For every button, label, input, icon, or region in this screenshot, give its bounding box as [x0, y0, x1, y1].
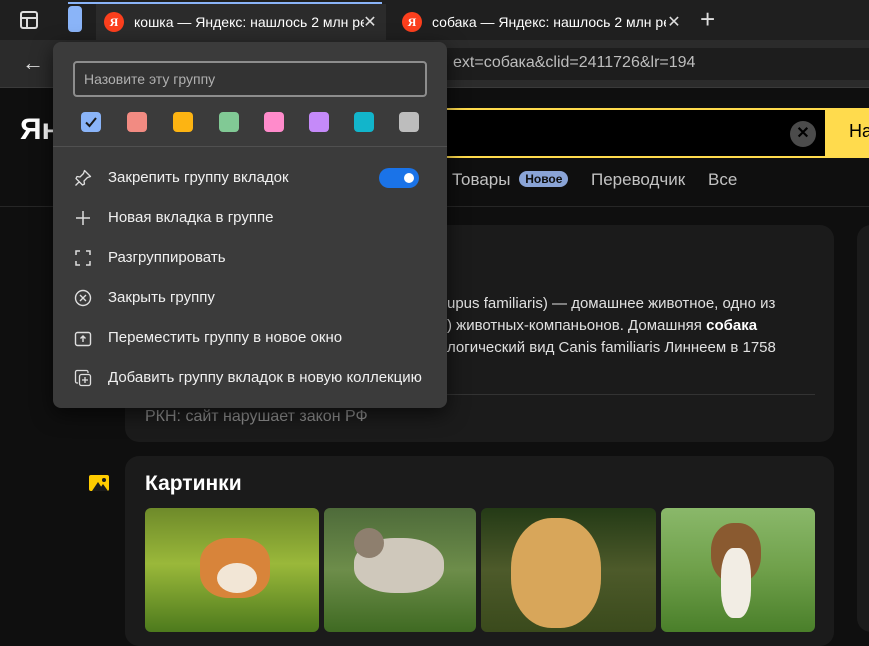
plus-icon — [73, 208, 93, 228]
new-tab-button[interactable]: + — [700, 4, 715, 35]
add-collection-icon — [73, 368, 93, 388]
menu-item-add-to-collection[interactable]: Добавить группу вкладок в новую коллекци… — [53, 358, 447, 398]
toggle-knob — [404, 173, 414, 183]
image-husky[interactable] — [324, 508, 476, 632]
back-button[interactable]: ← — [22, 50, 44, 76]
color-swatch-pink[interactable] — [264, 112, 284, 132]
address-bar[interactable]: ext=собака&clid=2411726&lr=194 — [395, 48, 869, 80]
close-tab-icon[interactable]: ✕ — [360, 12, 380, 32]
menu-item-label: Закрепить группу вкладок — [108, 169, 289, 186]
color-swatch-grey[interactable] — [399, 112, 419, 132]
rkn-notice: РКН: сайт нарушает закон РФ — [145, 408, 368, 425]
menu-item-new-tab-in-group[interactable]: Новая вкладка в группе — [53, 198, 447, 238]
clear-search-icon[interactable]: ✕ — [790, 121, 816, 147]
menu-item-label: Добавить группу вкладок в новую коллекци… — [108, 369, 422, 386]
move-window-icon — [73, 328, 93, 348]
group-name-input[interactable] — [73, 61, 427, 97]
image-yellow-dog[interactable] — [481, 508, 656, 632]
nav-goods[interactable]: Товары Новое — [452, 170, 569, 190]
close-circle-icon — [73, 288, 93, 308]
nav-translator[interactable]: Переводчик — [591, 170, 685, 190]
yandex-favicon-icon: Я — [402, 12, 422, 32]
color-swatch-yellow[interactable] — [173, 112, 193, 132]
wiki-line-2-text: ) животных-компаньонов. Домашняя — [447, 317, 707, 334]
pin-group-toggle[interactable] — [379, 168, 419, 188]
color-swatch-red[interactable] — [127, 112, 147, 132]
images-title[interactable]: Картинки — [145, 472, 242, 496]
search-button[interactable]: На — [825, 108, 869, 158]
tab-actions-icon[interactable] — [20, 11, 38, 29]
ungroup-icon — [73, 248, 93, 268]
new-badge: Новое — [519, 171, 569, 187]
close-tab-icon[interactable]: ✕ — [664, 12, 684, 32]
yandex-favicon-icon: Я — [104, 12, 124, 32]
tab-group-chip[interactable] — [68, 6, 82, 32]
nav-all[interactable]: Все — [708, 170, 737, 190]
menu-item-label: Закрыть группу — [108, 289, 215, 306]
image-beagle[interactable] — [661, 508, 815, 632]
color-swatch-green[interactable] — [219, 112, 239, 132]
color-swatch-cyan[interactable] — [354, 112, 374, 132]
tab-sobaka[interactable]: Я собака — Яндекс: нашлось 2 млн результ… — [392, 4, 690, 40]
menu-item-ungroup[interactable]: Разгруппировать — [53, 238, 447, 278]
menu-item-label: Разгруппировать — [108, 249, 226, 266]
menu-divider — [53, 146, 447, 147]
menu-item-label: Новая вкладка в группе — [108, 209, 274, 226]
tab-koshka[interactable]: Я кошка — Яндекс: нашлось 2 млн результа… — [96, 4, 386, 40]
side-card — [857, 225, 869, 632]
pin-icon — [73, 168, 93, 188]
menu-item-close-group[interactable]: Закрыть группу — [53, 278, 447, 318]
wiki-line-1: upus familiaris) — домашнее животное, од… — [447, 295, 776, 312]
menu-item-label: Переместить группу в новое окно — [108, 329, 343, 346]
images-icon — [89, 475, 109, 491]
nav-goods-label: Товары — [452, 170, 511, 189]
wiki-line-3: логический вид Canis familiaris Линнеем … — [447, 339, 776, 356]
wiki-line-2: ) животных-компаньонов. Домашняя собака — [447, 317, 757, 334]
tab-strip: Я кошка — Яндекс: нашлось 2 млн результа… — [0, 0, 869, 40]
tab-title: кошка — Яндекс: нашлось 2 млн результато… — [134, 14, 364, 30]
tab-title: собака — Яндекс: нашлось 2 млн результат… — [432, 14, 666, 30]
color-swatch-purple[interactable] — [309, 112, 329, 132]
image-corgi[interactable] — [145, 508, 319, 632]
color-swatch-blue[interactable] — [81, 112, 101, 132]
checkmark-icon — [85, 117, 97, 128]
menu-item-move-to-new-window[interactable]: Переместить группу в новое окно — [53, 318, 447, 358]
tab-group-menu: Закрепить группу вкладок Новая вкладка в… — [53, 42, 447, 408]
wiki-bold-word: собака — [706, 317, 758, 334]
